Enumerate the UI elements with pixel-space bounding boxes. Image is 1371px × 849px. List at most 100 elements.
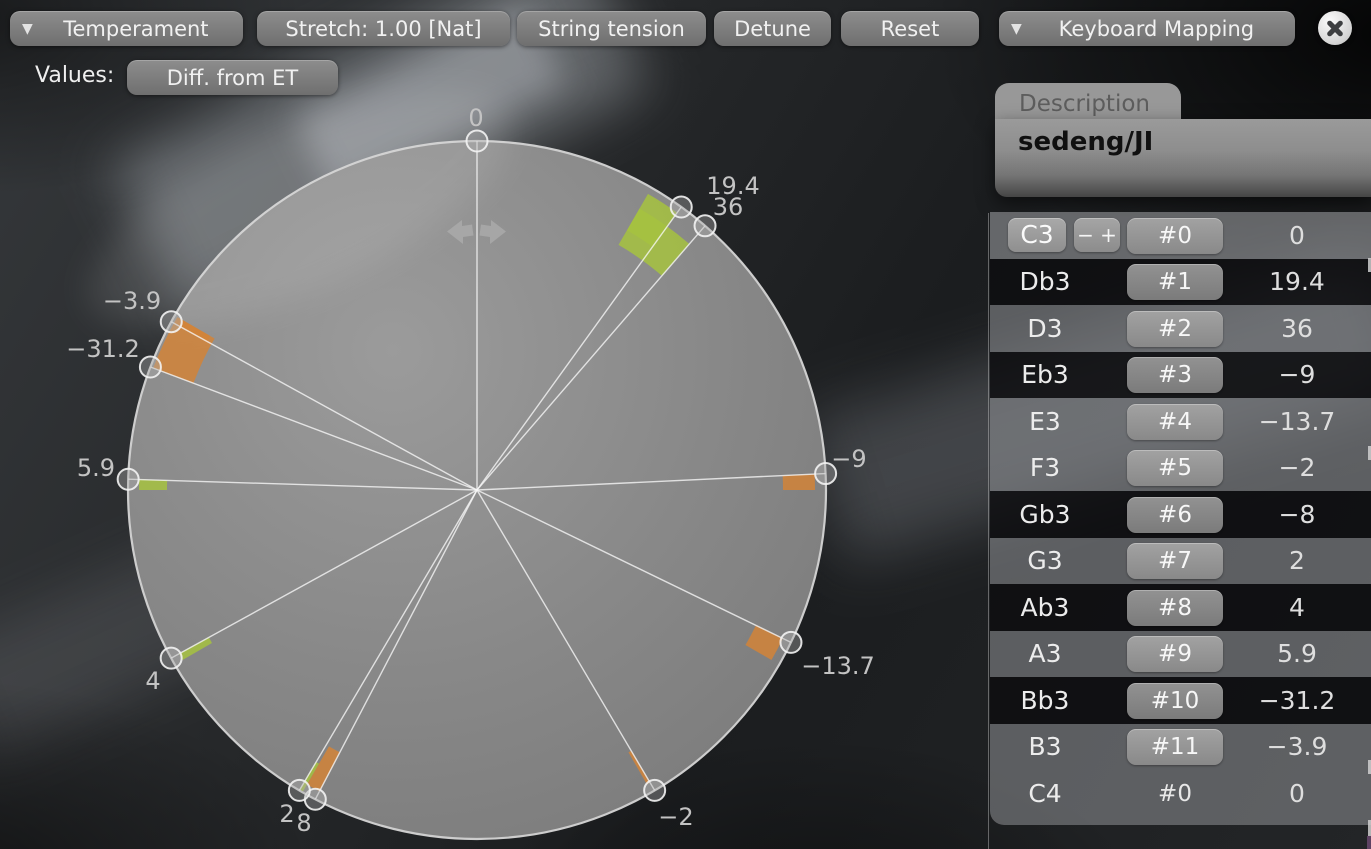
chevron-down-icon: ▼: [1011, 21, 1022, 37]
deviation-wedge-A: [139, 480, 167, 490]
values-mode-button[interactable]: Diff. from ET: [127, 60, 338, 95]
note-label: E3: [990, 407, 1100, 436]
degree-button[interactable]: #2: [1127, 311, 1223, 347]
deviation-value: 36: [1237, 305, 1357, 352]
table-row[interactable]: B3 #11 −3.9: [990, 724, 1371, 771]
wheel-value-label-B: −3.9: [103, 287, 161, 315]
wheel-handle-F[interactable]: [644, 780, 665, 801]
table-row[interactable]: Gb3 #6 −8: [990, 491, 1371, 538]
reset-label: Reset: [853, 17, 967, 41]
deviation-value: −3.9: [1237, 724, 1357, 771]
temperament-menu-button[interactable]: ▼ Temperament: [10, 11, 243, 46]
note-cell: C4: [990, 770, 1120, 817]
table-row[interactable]: D3 #2 36: [990, 305, 1371, 352]
temperament-name: sedeng/JI: [1018, 127, 1371, 157]
table-footer: [990, 817, 1371, 825]
table-row[interactable]: G3#72: [990, 538, 1371, 585]
degree-button[interactable]: #5: [1127, 450, 1223, 486]
wheel-handle-G[interactable]: [289, 780, 310, 801]
string-tension-label: String tension: [529, 17, 694, 41]
note-cell: B3: [990, 724, 1120, 771]
note-label: B3: [990, 732, 1100, 761]
degree-button: #0: [1127, 776, 1223, 812]
note-cell: F3: [990, 445, 1120, 492]
temperament-menu-label: Temperament: [41, 17, 231, 41]
degree-button[interactable]: #10: [1127, 683, 1223, 719]
table-row[interactable]: A3 #9 5.9: [990, 631, 1371, 678]
reset-button[interactable]: Reset: [841, 11, 979, 46]
description-tab-label: Description: [1019, 91, 1181, 117]
deviation-value: −31.2: [1237, 677, 1357, 724]
wheel-handle-Db[interactable]: [671, 197, 692, 218]
chevron-down-icon: ▼: [22, 21, 33, 37]
degree-button[interactable]: #9: [1127, 636, 1223, 672]
note-label: Eb3: [990, 360, 1100, 389]
deviation-value: 0: [1237, 770, 1357, 817]
wheel-value-label-D: 36: [713, 193, 744, 221]
degree-button[interactable]: #11: [1127, 729, 1223, 765]
deviation-value: 5.9: [1237, 631, 1357, 678]
note-label: Bb3: [990, 686, 1100, 715]
table-row[interactable]: F3#5 −2: [990, 445, 1371, 492]
table-row[interactable]: Eb3 #3 −9: [990, 352, 1371, 399]
deviation-wedge-Eb: [783, 474, 815, 490]
wheel-handle-A[interactable]: [118, 469, 139, 490]
table-row[interactable]: Bb3 #10 −31.2: [990, 677, 1371, 724]
stretch-button[interactable]: Stretch: 1.00 [Nat]: [257, 11, 510, 46]
note-label: A3: [990, 639, 1100, 668]
deviation-value: −9: [1237, 352, 1357, 399]
note-label: Gb3: [990, 500, 1100, 529]
table-row[interactable]: C4 #0 0: [990, 770, 1371, 817]
wheel-value-label-G: 2: [279, 800, 294, 828]
note-cell: Bb3: [990, 677, 1120, 724]
note-label: D3: [990, 314, 1100, 343]
wheel-value-label-C: 0: [468, 104, 483, 132]
note-cell: Gb3: [990, 491, 1120, 538]
note-button[interactable]: C3: [1008, 218, 1066, 252]
note-label: Db3: [990, 267, 1100, 296]
table-row[interactable]: Ab3#84: [990, 584, 1371, 631]
note-label: G3: [990, 546, 1100, 575]
stretch-label: Stretch: 1.00 [Nat]: [269, 17, 498, 41]
wheel-value-label-Eb: −9: [831, 445, 866, 473]
deviation-value: −2: [1237, 445, 1357, 492]
degree-button[interactable]: #7: [1127, 543, 1223, 579]
degree-button[interactable]: #4: [1127, 404, 1223, 440]
note-cell: Eb3: [990, 352, 1120, 399]
panel-edge-line: [988, 213, 989, 849]
note-cell: D3: [990, 305, 1120, 352]
note-label: Ab3: [990, 593, 1100, 622]
microtuning-window: 019.436−9−13.7−28245.9−31.2−3.9 ▼ Temper…: [0, 0, 1371, 849]
wheel-handle-Ab[interactable]: [161, 648, 182, 669]
detune-button[interactable]: Detune: [714, 11, 831, 46]
close-button[interactable]: [1318, 11, 1352, 45]
deviation-value: −8: [1237, 491, 1357, 538]
note-cell: G3: [990, 538, 1120, 585]
note-cell: Db3: [990, 259, 1120, 306]
values-label: Values:: [35, 63, 114, 88]
wheel-value-label-Ab: 4: [145, 667, 160, 695]
degree-button[interactable]: #6: [1127, 497, 1223, 533]
wheel-value-label-A: 5.9: [77, 454, 115, 482]
keyboard-mapping-menu-button[interactable]: ▼ Keyboard Mapping: [999, 11, 1295, 46]
wheel-handle-Bb[interactable]: [140, 356, 161, 377]
degree-button[interactable]: #3: [1127, 357, 1223, 393]
wheel-handle-B[interactable]: [161, 311, 182, 332]
degree-button[interactable]: #1: [1127, 264, 1223, 300]
table-row[interactable]: C3− +#00: [990, 212, 1371, 259]
note-label: C4: [990, 779, 1100, 808]
note-cell: A3: [990, 631, 1120, 678]
values-mode-label: Diff. from ET: [139, 66, 326, 90]
degree-button[interactable]: #0: [1127, 218, 1223, 254]
wheel-value-label-Gb: 8: [296, 809, 311, 837]
description-panel: sedeng/JI: [995, 119, 1371, 197]
wheel-handle-C[interactable]: [467, 131, 488, 152]
wheel-handle-E[interactable]: [780, 632, 801, 653]
degree-button[interactable]: #8: [1127, 590, 1223, 626]
table-row[interactable]: Db3#119.4: [990, 259, 1371, 306]
octave-stepper[interactable]: − +: [1074, 218, 1120, 252]
wheel-value-label-Bb: −31.2: [66, 335, 140, 363]
string-tension-button[interactable]: String tension: [517, 11, 706, 46]
table-row[interactable]: E3#4−13.7: [990, 398, 1371, 445]
wheel-value-label-F: −2: [658, 803, 693, 831]
